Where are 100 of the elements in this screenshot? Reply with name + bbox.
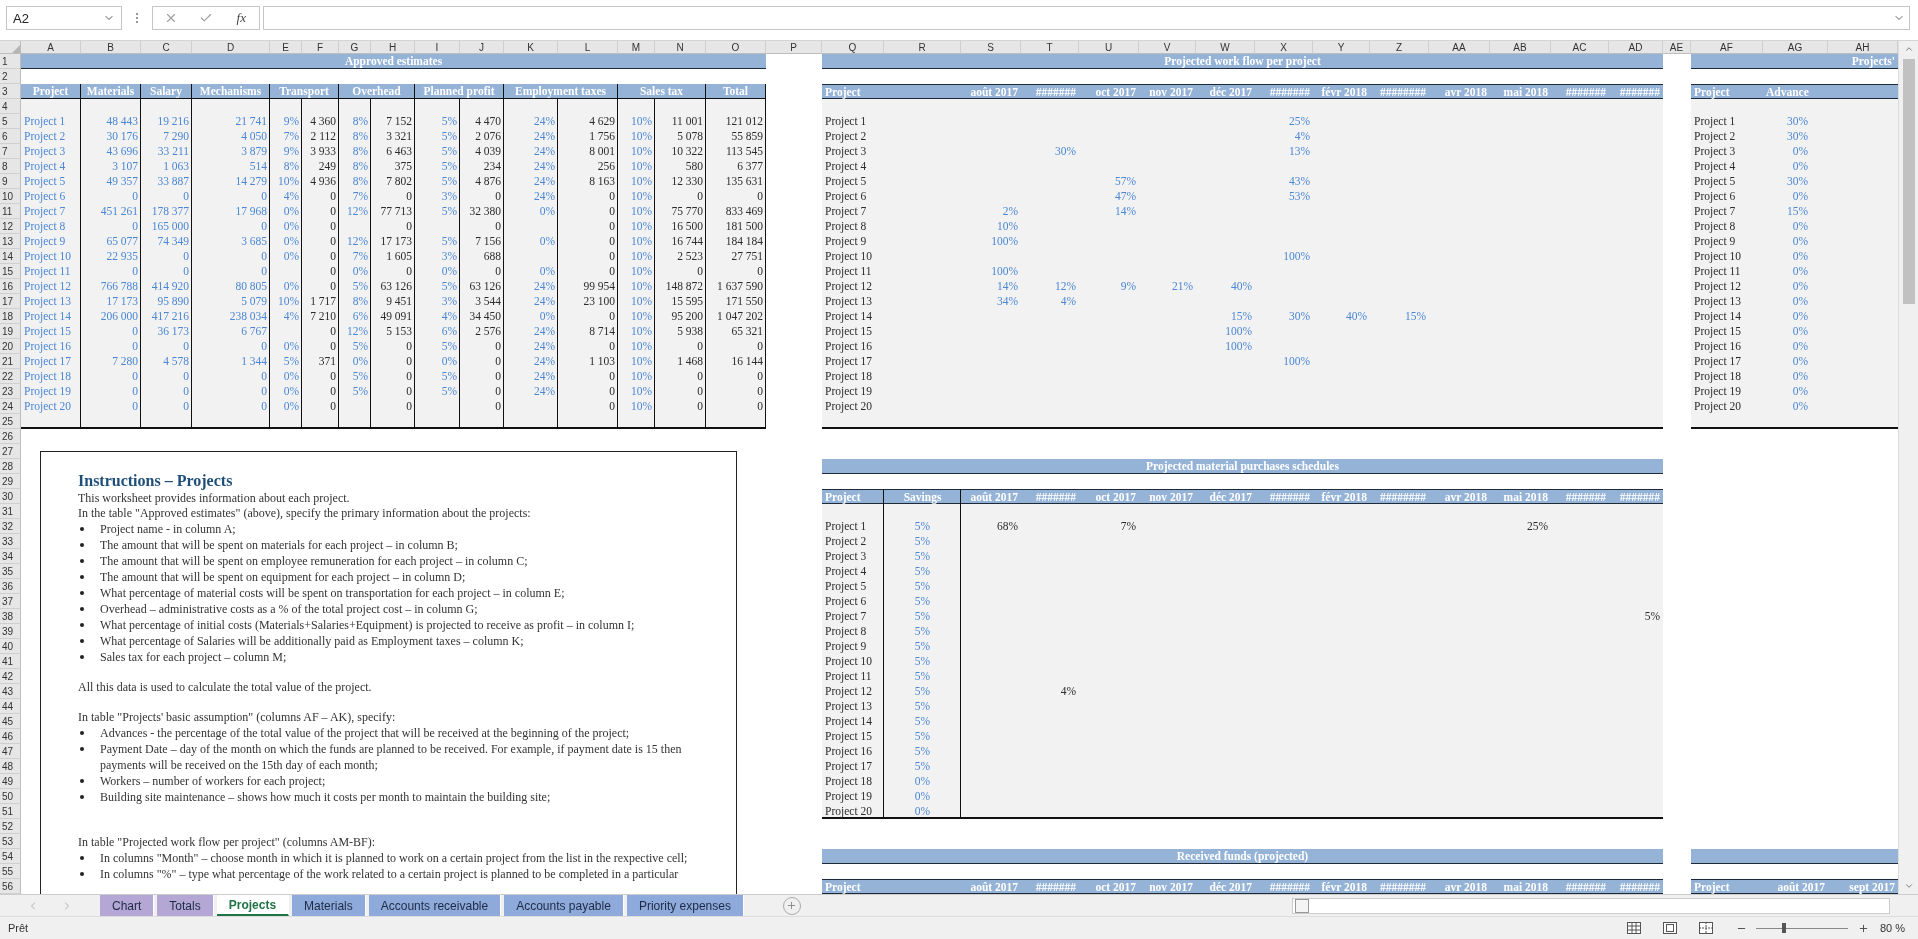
row-number[interactable]: 54 — [0, 849, 21, 864]
column-letter[interactable]: N — [655, 41, 706, 54]
row-number[interactable]: 47 — [0, 744, 21, 759]
row-number[interactable]: 15 — [0, 264, 21, 279]
column-letter[interactable]: L — [558, 41, 618, 54]
column-letter[interactable]: E — [270, 41, 302, 54]
column-letter[interactable]: P — [766, 41, 822, 54]
row-number[interactable]: 12 — [0, 219, 21, 234]
formula-input[interactable] — [263, 6, 1910, 30]
insert-function-button[interactable]: fx — [230, 8, 253, 28]
row-number[interactable]: 43 — [0, 684, 21, 699]
row-number[interactable]: 51 — [0, 804, 21, 819]
row-number[interactable]: 50 — [0, 789, 21, 804]
row-number[interactable]: 14 — [0, 249, 21, 264]
row-number[interactable]: 6 — [0, 129, 21, 144]
row-number[interactable]: 13 — [0, 234, 21, 249]
row-number[interactable]: 1 — [0, 54, 21, 69]
row-number[interactable]: 55 — [0, 864, 21, 879]
column-letter[interactable]: W — [1196, 41, 1255, 54]
row-number[interactable]: 17 — [0, 294, 21, 309]
row-number[interactable]: 22 — [0, 369, 21, 384]
column-letter[interactable]: M — [618, 41, 655, 54]
column-letter[interactable]: AB — [1490, 41, 1551, 54]
column-letter[interactable]: V — [1139, 41, 1196, 54]
row-number[interactable]: 26 — [0, 429, 21, 444]
row-number[interactable]: 44 — [0, 699, 21, 714]
row-number[interactable]: 29 — [0, 474, 21, 489]
sheet-tab[interactable]: Chart — [100, 895, 155, 916]
column-letter[interactable]: J — [460, 41, 504, 54]
select-all-corner[interactable] — [0, 41, 21, 54]
column-letter[interactable]: AF — [1691, 41, 1763, 54]
row-number[interactable]: 36 — [0, 579, 21, 594]
column-letter[interactable]: F — [302, 41, 339, 54]
row-number[interactable]: 16 — [0, 279, 21, 294]
column-letter[interactable]: AD — [1609, 41, 1663, 54]
column-letter[interactable]: B — [81, 41, 141, 54]
sheet-tab[interactable]: Accounts payable — [504, 895, 624, 916]
column-letter[interactable]: AH — [1828, 41, 1898, 54]
column-letter[interactable]: U — [1079, 41, 1139, 54]
column-letter[interactable]: S — [961, 41, 1021, 54]
column-letter[interactable]: I — [415, 41, 460, 54]
zoom-level[interactable]: 80 % — [1880, 922, 1910, 934]
slider-thumb[interactable] — [1782, 923, 1787, 933]
row-number[interactable]: 23 — [0, 384, 21, 399]
column-letter[interactable]: K — [504, 41, 558, 54]
row-number[interactable]: 11 — [0, 204, 21, 219]
row-number[interactable]: 34 — [0, 549, 21, 564]
row-number[interactable]: 38 — [0, 609, 21, 624]
column-letter[interactable]: H — [371, 41, 415, 54]
scroll-thumb[interactable] — [1295, 898, 1309, 913]
column-letter[interactable]: Y — [1313, 41, 1370, 54]
row-number[interactable]: 18 — [0, 309, 21, 324]
row-number[interactable]: 21 — [0, 354, 21, 369]
row-number[interactable]: 49 — [0, 774, 21, 789]
row-number[interactable]: 7 — [0, 144, 21, 159]
column-letter[interactable]: AE — [1663, 41, 1691, 54]
column-letter[interactable]: R — [884, 41, 961, 54]
row-number[interactable]: 35 — [0, 564, 21, 579]
column-letter[interactable]: AG — [1763, 41, 1828, 54]
row-number[interactable]: 31 — [0, 504, 21, 519]
sheet-tab[interactable]: Projects — [216, 895, 290, 916]
row-number[interactable]: 37 — [0, 594, 21, 609]
row-number[interactable]: 20 — [0, 339, 21, 354]
row-number[interactable]: 4 — [0, 99, 21, 114]
row-number[interactable]: 42 — [0, 669, 21, 684]
column-letter[interactable]: Q — [822, 41, 884, 54]
column-letter[interactable]: T — [1021, 41, 1079, 54]
row-number[interactable]: 9 — [0, 174, 21, 189]
row-number[interactable]: 56 — [0, 879, 21, 894]
scroll-thumb[interactable] — [1902, 59, 1915, 304]
column-letter[interactable]: AC — [1551, 41, 1609, 54]
vertical-scrollbar[interactable] — [1898, 41, 1918, 894]
row-number[interactable]: 30 — [0, 489, 21, 504]
row-number[interactable]: 5 — [0, 114, 21, 129]
row-number[interactable]: 45 — [0, 714, 21, 729]
column-letter[interactable]: A — [21, 41, 81, 54]
name-box[interactable]: A2 — [6, 6, 122, 30]
row-number[interactable]: 8 — [0, 159, 21, 174]
row-number[interactable]: 10 — [0, 189, 21, 204]
sheet-tab[interactable]: Materials — [292, 895, 366, 916]
sheet-tab[interactable]: Accounts receivable — [368, 895, 502, 916]
row-number[interactable]: 3 — [0, 84, 21, 99]
row-number[interactable]: 46 — [0, 729, 21, 744]
row-number[interactable]: 24 — [0, 399, 21, 414]
row-number[interactable]: 52 — [0, 819, 21, 834]
column-letter[interactable]: AA — [1429, 41, 1490, 54]
row-number[interactable]: 28 — [0, 459, 21, 474]
column-letter[interactable]: C — [141, 41, 192, 54]
row-number[interactable]: 39 — [0, 624, 21, 639]
row-number[interactable]: 40 — [0, 639, 21, 654]
sheet-tab[interactable]: Priority expenses — [626, 895, 744, 916]
column-letter[interactable]: O — [706, 41, 766, 54]
row-number[interactable]: 41 — [0, 654, 21, 669]
row-number[interactable]: 19 — [0, 324, 21, 339]
row-number[interactable]: 32 — [0, 519, 21, 534]
horizontal-scrollbar[interactable] — [1292, 897, 1890, 914]
column-letter[interactable]: G — [339, 41, 371, 54]
row-number[interactable]: 48 — [0, 759, 21, 774]
row-number[interactable]: 53 — [0, 834, 21, 849]
sheet-tab[interactable]: Totals — [157, 895, 214, 916]
